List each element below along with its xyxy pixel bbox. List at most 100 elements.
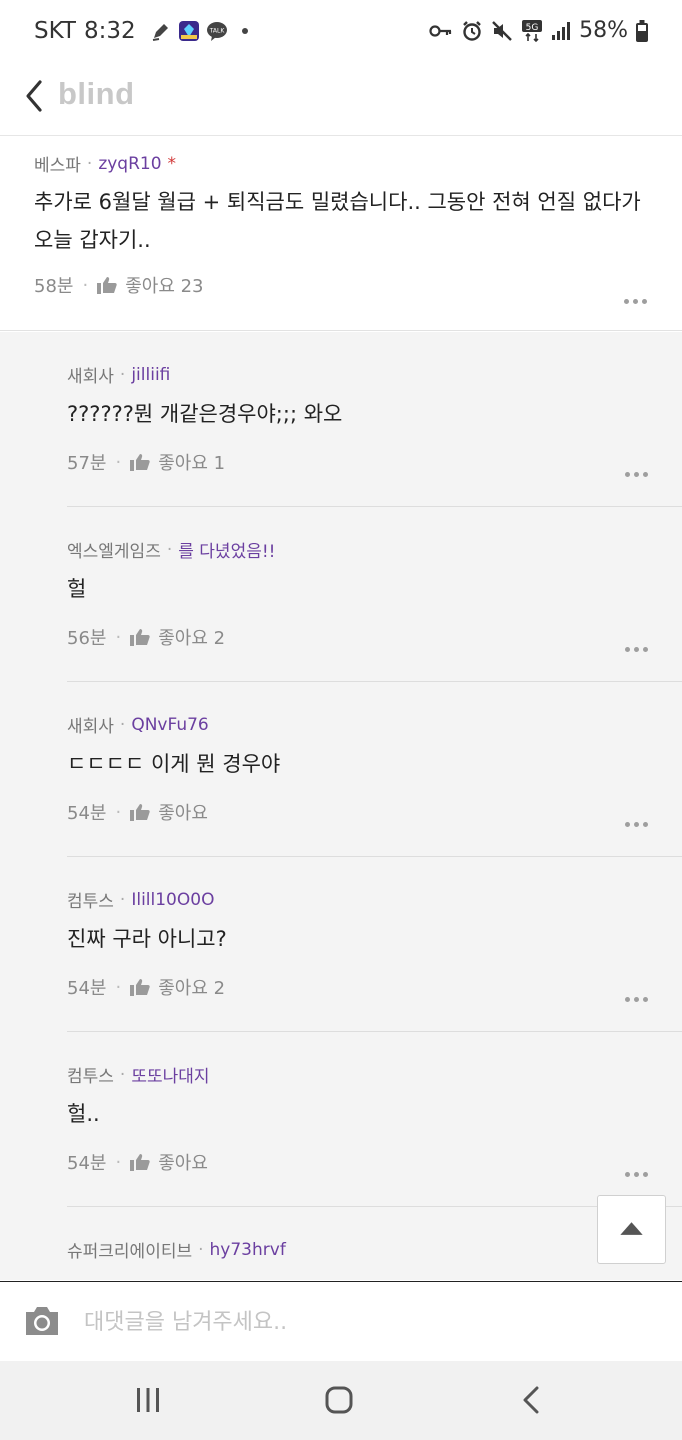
nickname-link[interactable]: jilliifi (131, 365, 170, 385)
action-separator: · (82, 274, 89, 296)
meta-separator: · (198, 1239, 204, 1260)
clock-label: 8:32 (83, 18, 136, 44)
comment-text: 추가로 6월달 월급 + 퇴직금도 밀렸습니다.. 그동안 전혀 언질 없다가 … (34, 190, 641, 252)
reply-text: ㄷㄷㄷㄷ 이게 뭔 경우야 (67, 752, 281, 776)
back-nav-icon[interactable] (511, 1383, 551, 1417)
nickname-link[interactable]: 를 다녔었음!! (178, 537, 275, 562)
app-header: blind (0, 64, 682, 136)
reply-actions: 57분 · 좋아요 1 (67, 449, 225, 475)
reply-item: 엑스엘게임즈 · 를 다녔었음!! 헐 56분 · 좋아요 2 (67, 507, 682, 682)
back-button[interactable] (18, 76, 54, 116)
reply-time: 54분 (67, 978, 107, 999)
meta-separator: · (119, 714, 126, 735)
company-label: 새회사 (67, 367, 114, 387)
action-separator: · (115, 626, 122, 648)
reply-meta: 컴투스 · Ilill10O0O (67, 887, 214, 913)
reply-item: 새회사 · jilliifi ??????뭔 개같은경우야;;; 와오 57분 … (67, 332, 682, 507)
action-separator: · (115, 451, 122, 473)
like-button[interactable]: 좋아요 23 (125, 272, 203, 298)
nickname-link[interactable]: zyqR10 (98, 154, 161, 174)
battery-percent: 58% (579, 18, 628, 43)
status-bar: SKT 8:32 TALK 5G 58% (0, 0, 682, 64)
comment-meta: 베스파 · zyqR10 * (34, 151, 177, 177)
comment-input[interactable] (84, 1304, 644, 1340)
nickname-link[interactable]: QNvFu76 (131, 715, 208, 735)
reply-actions: 56분 · 좋아요 2 (67, 624, 225, 650)
nickname-link[interactable]: hy73hrvf (210, 1240, 286, 1260)
company-label: 컴투스 (67, 1067, 114, 1087)
battery-icon (636, 19, 648, 42)
reply-time: 54분 (67, 1153, 107, 1174)
reply-meta: 컴투스 · 또또나대지 (67, 1062, 210, 1088)
more-options-icon[interactable] (625, 462, 653, 477)
action-separator: · (115, 976, 122, 998)
reply-time: 56분 (67, 628, 107, 649)
thumbs-up-icon[interactable] (97, 276, 117, 294)
camera-icon[interactable] (24, 1304, 60, 1338)
reply-actions: 54분 · 좋아요 (67, 799, 208, 825)
svg-text:TALK: TALK (208, 28, 225, 35)
svg-text:5G: 5G (526, 23, 539, 33)
talk-chat-icon: TALK (206, 22, 227, 41)
reply-actions: 54분 · 좋아요 2 (67, 974, 225, 1000)
thumbs-up-icon[interactable] (130, 803, 150, 821)
meta-separator: · (166, 539, 173, 560)
reply-text: ??????뭔 개같은경우야;;; 와오 (67, 402, 343, 426)
meta-separator: · (119, 364, 126, 385)
more-options-icon[interactable] (624, 289, 652, 304)
signal-icon (552, 21, 571, 40)
more-options-icon[interactable] (625, 812, 653, 827)
reply-meta: 엑스엘게임즈 · 를 다녔었음!! (67, 537, 275, 563)
status-right: 5G 58% (429, 18, 648, 43)
reply-time: 57분 (67, 453, 107, 474)
network-5g-icon: 5G (522, 19, 543, 42)
thumbs-up-icon[interactable] (130, 628, 150, 646)
company-label: 베스파 (34, 156, 81, 176)
comment-time: 58분 (34, 276, 74, 297)
pen-icon (152, 24, 168, 41)
thumbs-up-icon[interactable] (130, 1153, 150, 1171)
reply-meta: 새회사 · jilliifi (67, 362, 170, 388)
reply-text: 헐.. (67, 1102, 100, 1126)
action-separator: · (115, 1151, 122, 1173)
thumbs-up-icon[interactable] (130, 453, 150, 471)
like-button[interactable]: 좋아요 2 (158, 974, 225, 1000)
more-options-icon[interactable] (625, 637, 653, 652)
reply-meta: 슈퍼크리에이티브 · hy73hrvf (67, 1237, 286, 1263)
reply-meta: 새회사 · QNvFu76 (67, 712, 209, 738)
reply-item: 새회사 · QNvFu76 ㄷㄷㄷㄷ 이게 뭔 경우야 54분 · 좋아요 (67, 682, 682, 857)
reply-item: 슈퍼크리에이티브 · hy73hrvf (67, 1207, 682, 1280)
nickname-link[interactable]: Ilill10O0O (131, 890, 214, 910)
android-nav-bar (0, 1361, 682, 1440)
more-options-icon[interactable] (625, 1162, 653, 1177)
replies-list: 새회사 · jilliifi ??????뭔 개같은경우야;;; 와오 57분 … (0, 332, 682, 1280)
reply-item: 컴투스 · Ilill10O0O 진짜 구라 아니고? 54분 · 좋아요 2 (67, 857, 682, 1032)
company-label: 새회사 (67, 717, 114, 737)
mute-icon (492, 20, 512, 41)
recent-apps-icon[interactable] (128, 1383, 168, 1417)
like-button[interactable]: 좋아요 (158, 1149, 208, 1175)
action-separator: · (115, 801, 122, 823)
company-label: 슈퍼크리에이티브 (67, 1242, 193, 1262)
comment-actions: 58분 · 좋아요 23 (34, 272, 204, 298)
more-options-icon[interactable] (625, 987, 653, 1002)
nickname-link[interactable]: 또또나대지 (131, 1062, 209, 1087)
home-icon[interactable] (319, 1383, 359, 1417)
comment-bar (0, 1281, 682, 1361)
like-button[interactable]: 좋아요 (158, 799, 208, 825)
author-badge: * (167, 153, 177, 174)
thumbs-up-icon[interactable] (130, 978, 150, 996)
main-comment: 베스파 · zyqR10 * 추가로 6월달 월급 + 퇴직금도 밀렸습니다..… (0, 137, 682, 331)
brand-logo: blind (58, 76, 135, 111)
meta-separator: · (119, 1064, 126, 1085)
like-button[interactable]: 좋아요 2 (158, 624, 225, 650)
alarm-icon (463, 20, 481, 41)
reply-time: 54분 (67, 803, 107, 824)
like-button[interactable]: 좋아요 1 (158, 449, 225, 475)
meta-separator: · (119, 889, 126, 910)
company-label: 엑스엘게임즈 (67, 542, 161, 562)
meta-separator: · (86, 153, 93, 174)
reply-text: 헐 (67, 577, 87, 601)
game-app-icon (178, 21, 199, 41)
scroll-to-top-button[interactable] (597, 1195, 666, 1264)
